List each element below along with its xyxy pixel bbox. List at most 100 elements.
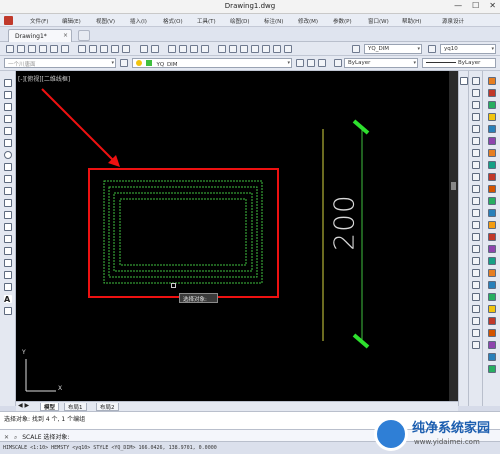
layer-select[interactable]: YQ_DIM ▾ (132, 58, 292, 68)
copy-icon[interactable] (89, 45, 97, 53)
layer-state-icon[interactable] (318, 59, 326, 67)
menu-edit[interactable]: 编辑(E) (62, 17, 81, 25)
scroll-thumb[interactable] (451, 182, 456, 190)
plugin-tool-24-icon[interactable] (488, 353, 496, 361)
plugin-tool-21-icon[interactable] (488, 317, 496, 325)
construction-line-icon[interactable] (4, 91, 12, 99)
textstyle-select[interactable]: yq10 ▾ (440, 44, 496, 54)
layer-previous-icon[interactable] (307, 59, 315, 67)
command-search-icon[interactable]: ⌕ (14, 434, 17, 441)
trim-icon[interactable] (472, 185, 480, 193)
gradient-icon[interactable] (4, 259, 12, 267)
plugin-tool-15-icon[interactable] (488, 245, 496, 253)
properties-panel-icon[interactable] (460, 77, 468, 85)
textstyle-icon[interactable] (428, 45, 436, 53)
layer-manager-icon[interactable] (120, 59, 128, 67)
tab-drawing1[interactable]: Drawing1* × (8, 29, 72, 42)
menu-draw[interactable]: 绘图(D) (230, 17, 250, 25)
plugin-tool-11-icon[interactable] (488, 197, 496, 205)
plugin-tool-6-icon[interactable] (488, 137, 496, 145)
dim-linear-icon[interactable] (472, 269, 480, 277)
erase-icon[interactable] (472, 77, 480, 85)
markup-icon[interactable] (262, 45, 270, 53)
center-mark-icon[interactable] (472, 341, 480, 349)
block-editor-icon[interactable] (122, 45, 130, 53)
layer-hint-field[interactable]: 一个川唐面 ▾ (4, 58, 116, 68)
array-icon[interactable] (472, 125, 480, 133)
fillet-icon[interactable] (472, 245, 480, 253)
plugin-tool-13-icon[interactable] (488, 221, 496, 229)
stretch-icon[interactable] (472, 173, 480, 181)
plugin-tool-16-icon[interactable] (488, 257, 496, 265)
tool-palettes-icon[interactable] (240, 45, 248, 53)
maximize-button[interactable]: ☐ (472, 1, 479, 10)
leader-icon[interactable] (472, 317, 480, 325)
make-current-icon[interactable] (296, 59, 304, 67)
dimstyle-select[interactable]: YQ_DIM ▾ (364, 44, 422, 54)
plugin-tool-17-icon[interactable] (488, 269, 496, 277)
explode-icon[interactable] (472, 257, 480, 265)
zoom-realtime-icon[interactable] (179, 45, 187, 53)
new-icon[interactable] (6, 45, 14, 53)
break-icon[interactable] (472, 209, 480, 217)
menu-view[interactable]: 视图(V) (96, 17, 115, 25)
polygon-icon[interactable] (4, 115, 12, 123)
preview-icon[interactable] (50, 45, 58, 53)
new-tab-button[interactable] (78, 30, 90, 41)
mirror-icon[interactable] (472, 101, 480, 109)
plugin-tool-3-icon[interactable] (488, 101, 496, 109)
plugin-tool-2-icon[interactable] (488, 89, 496, 97)
add-selected-icon[interactable] (4, 307, 12, 315)
menu-window[interactable]: 窗口(W) (368, 17, 389, 25)
ellipse-icon[interactable] (4, 187, 12, 195)
minimize-button[interactable]: — (454, 1, 462, 10)
quickcalc-icon[interactable] (273, 45, 281, 53)
polyline-icon[interactable] (4, 103, 12, 111)
plugin-tool-25-icon[interactable] (488, 365, 496, 373)
color-swatch-icon[interactable] (334, 59, 342, 67)
menu-dimension[interactable]: 标注(N) (264, 17, 283, 25)
plugin-tool-12-icon[interactable] (488, 209, 496, 217)
ellipse-arc-icon[interactable] (4, 199, 12, 207)
zoom-window-icon[interactable] (190, 45, 198, 53)
tolerance-icon[interactable] (472, 329, 480, 337)
plugin-tool-22-icon[interactable] (488, 329, 496, 337)
save-icon[interactable] (28, 45, 36, 53)
drawing-canvas[interactable]: [-][俯视][二维线框] 选择对象: 200 Y X (16, 71, 458, 401)
arc-icon[interactable] (4, 139, 12, 147)
plugin-tool-23-icon[interactable] (488, 341, 496, 349)
menu-insert[interactable]: 插入(I) (130, 17, 147, 25)
mtext-icon[interactable]: A (4, 295, 12, 304)
move-icon[interactable] (472, 137, 480, 145)
table-icon[interactable] (4, 283, 12, 291)
zoom-previous-icon[interactable] (201, 45, 209, 53)
design-center-icon[interactable] (229, 45, 237, 53)
tab-model[interactable]: 模型 (40, 403, 60, 411)
plugin-tool-7-icon[interactable] (488, 149, 496, 157)
color-select[interactable]: ByLayer ▾ (344, 58, 418, 68)
join-icon[interactable] (472, 221, 480, 229)
rectangle-icon[interactable] (4, 127, 12, 135)
help-icon[interactable] (284, 45, 292, 53)
match-properties-icon[interactable] (111, 45, 119, 53)
linetype-select[interactable]: ByLayer (422, 58, 496, 68)
plugin-tool-19-icon[interactable] (488, 293, 496, 301)
scale-icon[interactable] (472, 161, 480, 169)
close-tab-icon[interactable]: × (63, 32, 68, 39)
open-icon[interactable] (17, 45, 25, 53)
menu-help[interactable]: 帮助(H) (402, 17, 421, 25)
plugin-tool-8-icon[interactable] (488, 161, 496, 169)
print-icon[interactable] (39, 45, 47, 53)
plugin-tool-5-icon[interactable] (488, 125, 496, 133)
plugin-tool-9-icon[interactable] (488, 173, 496, 181)
paste-icon[interactable] (100, 45, 108, 53)
dimstyle-icon[interactable] (352, 45, 360, 53)
dim-aligned-icon[interactable] (472, 281, 480, 289)
command-close-icon[interactable]: ✕ (4, 434, 9, 441)
rotate-icon[interactable] (472, 149, 480, 157)
app-logo-icon[interactable] (4, 16, 13, 25)
close-button[interactable]: ✕ (489, 1, 496, 10)
copy-object-icon[interactable] (472, 89, 480, 97)
make-block-icon[interactable] (4, 223, 12, 231)
vertical-scrollbar[interactable] (449, 71, 458, 401)
